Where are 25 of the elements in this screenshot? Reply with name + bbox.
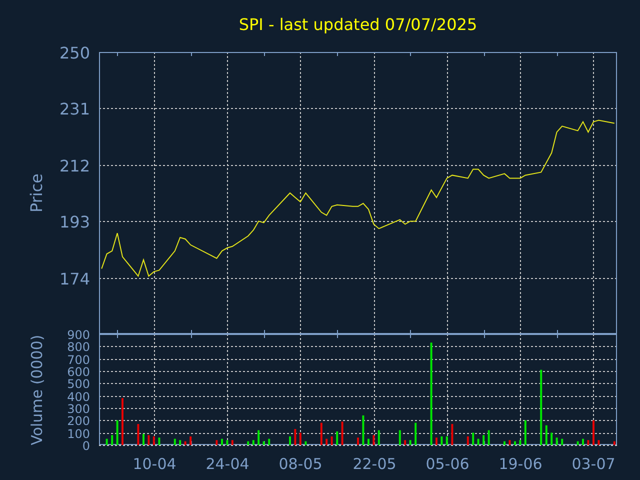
axis-label: 22-05	[352, 455, 396, 473]
axis-label: 08-05	[278, 455, 322, 473]
axis-label: 05-06	[426, 455, 470, 473]
axis-label: 200	[67, 414, 90, 428]
axis-label: 700	[67, 352, 90, 367]
axis-label: 24-04	[206, 455, 250, 473]
axis-label: 231	[59, 99, 90, 118]
axis-label: 250	[59, 43, 90, 62]
axis-label: 400	[67, 390, 90, 404]
axis-label: 500	[67, 376, 90, 391]
axis-label: 03-07	[572, 455, 616, 473]
axis-label: 0	[82, 438, 90, 453]
axis-label: 800	[67, 340, 90, 354]
axis-label: 900	[67, 328, 90, 342]
axis-label: 600	[67, 364, 90, 379]
axis-label: 193	[59, 212, 90, 232]
axis-label: 174	[59, 269, 90, 288]
axis-title: Price	[27, 173, 46, 213]
axis-label: 19-06	[498, 455, 542, 473]
axis-label: 212	[59, 156, 90, 176]
chart-title: SPI - last updated 07/07/2025	[238, 15, 478, 36]
axis-title: Volume (0000)	[28, 334, 46, 446]
axis-label: 100	[67, 426, 90, 441]
axis-label: 300	[67, 402, 90, 416]
axis-label: 10-04	[132, 455, 176, 473]
